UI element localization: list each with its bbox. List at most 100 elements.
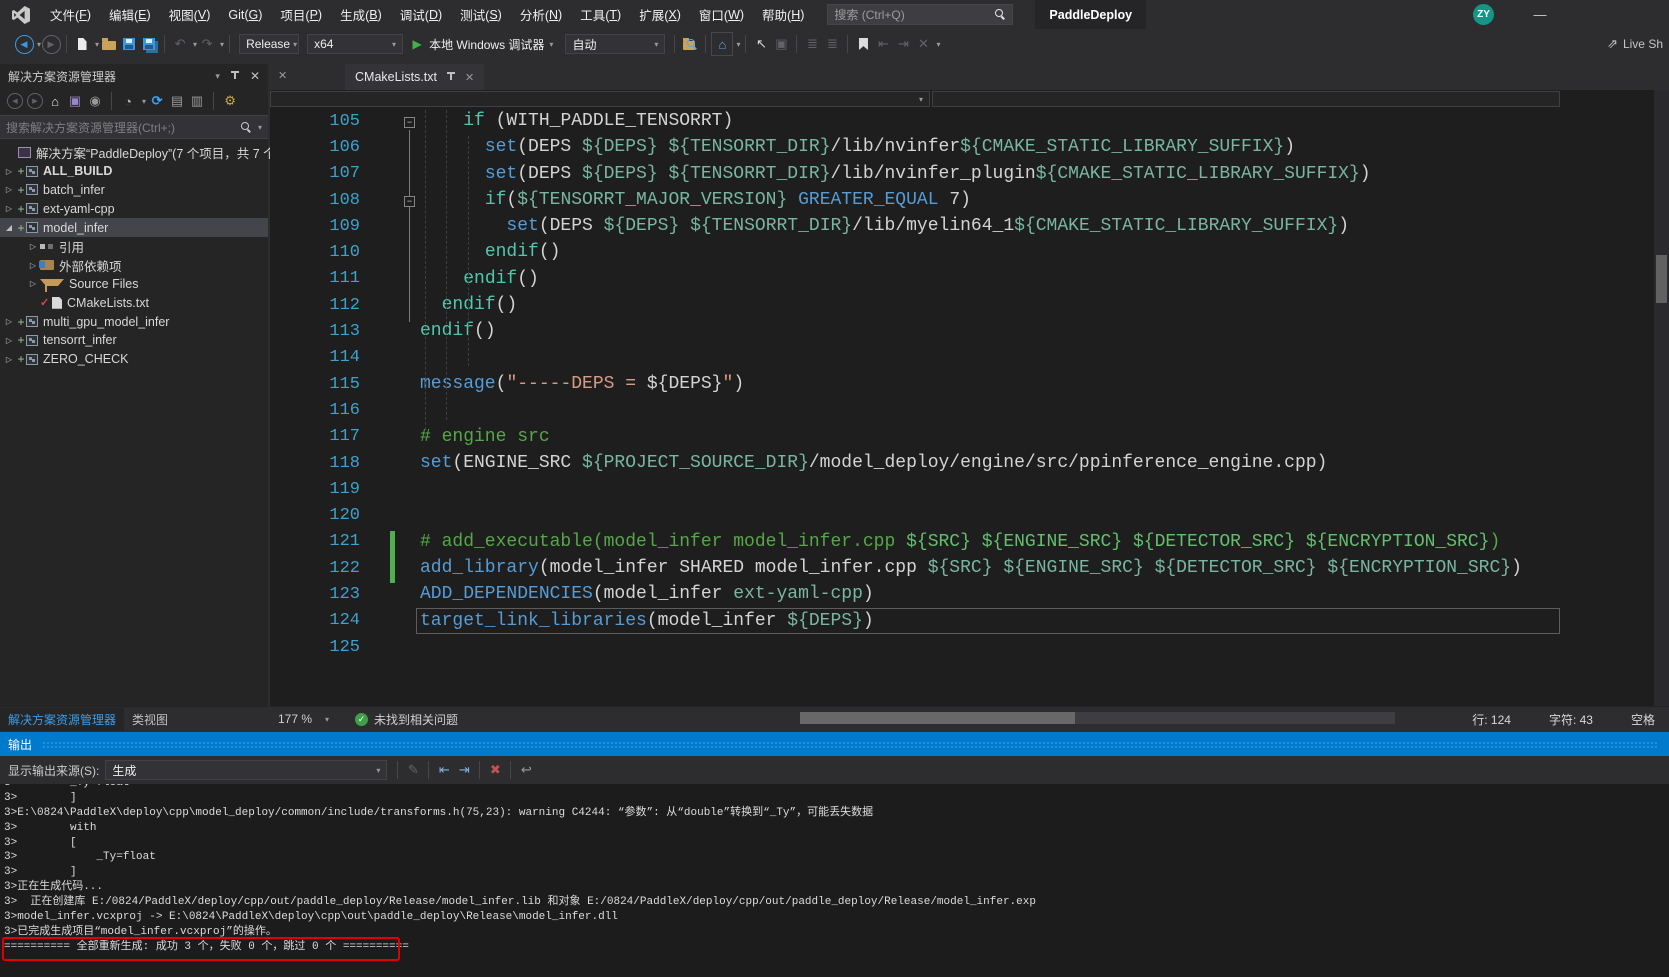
chevron-collapsed-icon[interactable]: ▷ bbox=[2, 355, 16, 364]
toggle-bookmark-icon[interactable] bbox=[853, 33, 873, 55]
menu-item-W[interactable]: 窗口(W) bbox=[690, 0, 753, 29]
menu-item-F[interactable]: 文件(F) bbox=[41, 0, 100, 29]
chevron-expanded-icon[interactable]: ◢ bbox=[2, 223, 16, 232]
code-line[interactable]: 124target_link_libraries(model_infer ${D… bbox=[270, 608, 1654, 634]
menu-item-P[interactable]: 项目(P) bbox=[271, 0, 331, 29]
tree-item[interactable]: ▷外部依赖项 bbox=[0, 256, 268, 275]
zoom-select[interactable]: 177 % ▾ bbox=[278, 712, 329, 726]
chevron-collapsed-icon[interactable]: ▷ bbox=[2, 317, 16, 326]
code-line[interactable]: 125 bbox=[270, 634, 1654, 660]
save-icon[interactable] bbox=[119, 33, 139, 55]
close-tab-icon[interactable]: ✕ bbox=[465, 71, 474, 84]
solution-search-input[interactable]: 搜索解决方案资源管理器(Ctrl+;) ▾ bbox=[0, 115, 268, 139]
code-line[interactable]: 105 if (WITH_PADDLE_TENSORRT) bbox=[270, 108, 1654, 134]
pending-changes-filter-icon[interactable]: ◔ bbox=[119, 90, 137, 112]
tool-tab-inactive[interactable]: 类视图 bbox=[124, 708, 176, 731]
tree-item[interactable]: ▷+tensorrt_infer bbox=[0, 331, 268, 350]
members-dropdown[interactable] bbox=[932, 91, 1560, 107]
code-line[interactable]: 110 endif() bbox=[270, 239, 1654, 265]
output-console[interactable]: 3> _Ty=float3> ]3>E:\0824\PaddleX\deploy… bbox=[0, 784, 1669, 977]
next-bookmark-icon[interactable]: ⇥ bbox=[893, 33, 913, 55]
hscrollbar-thumb[interactable] bbox=[800, 712, 1075, 724]
tree-item[interactable]: ▷引用 bbox=[0, 237, 268, 256]
start-debug-icon[interactable]: ▶ bbox=[407, 33, 427, 55]
document-health[interactable]: ✓ 未找到相关问题 bbox=[355, 711, 458, 728]
find-message-icon[interactable]: ✎ bbox=[403, 759, 423, 781]
previous-bookmark-icon[interactable]: ⇤ bbox=[873, 33, 893, 55]
chevron-collapsed-icon[interactable]: ▷ bbox=[26, 261, 40, 270]
menu-item-E[interactable]: 编辑(E) bbox=[100, 0, 160, 29]
next-message-icon[interactable]: ⇥ bbox=[454, 759, 474, 781]
code-line[interactable]: 123ADD_DEPENDENCIES(model_infer ext-yaml… bbox=[270, 581, 1654, 607]
backward-icon[interactable]: ◀ bbox=[6, 90, 24, 112]
switch-views-icon[interactable]: ▣ bbox=[66, 90, 84, 112]
code-area[interactable]: 105 if (WITH_PADDLE_TENSORRT)106 set(DEP… bbox=[270, 108, 1654, 704]
clear-all-icon[interactable]: ✖ bbox=[485, 759, 505, 781]
solution-home-icon[interactable]: ⌂ bbox=[711, 32, 733, 56]
redo-icon[interactable]: ↷ bbox=[197, 33, 217, 55]
avatar[interactable]: ZY bbox=[1473, 4, 1494, 25]
platform-select[interactable]: x64▾ bbox=[307, 34, 403, 54]
new-file-icon[interactable] bbox=[72, 33, 92, 55]
clone-code-icon[interactable]: ▣ bbox=[771, 33, 791, 55]
menu-item-B[interactable]: 生成(B) bbox=[331, 0, 391, 29]
code-line[interactable]: 122add_library(model_infer SHARED model_… bbox=[270, 555, 1654, 581]
pointer-mode-icon[interactable]: ↖ bbox=[751, 33, 771, 55]
code-line[interactable]: 116 bbox=[270, 397, 1654, 423]
live-share-button[interactable]: ⇗ Live Sh bbox=[1607, 29, 1667, 59]
scrollbar-thumb[interactable] bbox=[1656, 255, 1667, 303]
nav-forward-icon[interactable]: ▶ bbox=[41, 33, 61, 55]
panel-dropdown-icon[interactable]: ▾ bbox=[215, 71, 220, 82]
increase-indent-icon[interactable]: ≣ bbox=[822, 33, 842, 55]
menu-item-N[interactable]: 分析(N) bbox=[511, 0, 571, 29]
find-in-files-icon[interactable] bbox=[680, 33, 700, 55]
tree-item[interactable]: ▷+ALL_BUILD bbox=[0, 162, 268, 181]
decrease-indent-icon[interactable]: ≣ bbox=[802, 33, 822, 55]
save-all-icon[interactable] bbox=[139, 33, 159, 55]
code-line[interactable]: 115message("-----DEPS = ${DEPS}") bbox=[270, 371, 1654, 397]
code-line[interactable]: 108 if(${TENSORRT_MAJOR_VERSION} GREATER… bbox=[270, 187, 1654, 213]
previous-message-icon[interactable]: ⇤ bbox=[434, 759, 454, 781]
tool-tab-active[interactable]: 解决方案资源管理器 bbox=[0, 708, 124, 731]
attach-mode-select[interactable]: 自动▾ bbox=[565, 34, 665, 54]
chevron-collapsed-icon[interactable]: ▷ bbox=[26, 242, 40, 251]
tree-item[interactable]: ✓CMakeLists.txt bbox=[0, 293, 268, 312]
fold-collapse-icon[interactable]: − bbox=[404, 117, 415, 128]
output-panel-header[interactable]: 输出 bbox=[0, 732, 1669, 756]
collapse-all-icon[interactable]: ▤ bbox=[168, 90, 186, 112]
undo-icon[interactable]: ↶ bbox=[170, 33, 190, 55]
tree-item[interactable]: ▷+ext-yaml-cpp bbox=[0, 199, 268, 218]
code-line[interactable]: 117# engine src bbox=[270, 424, 1654, 450]
code-line[interactable]: 113endif() bbox=[270, 318, 1654, 344]
open-file-icon[interactable] bbox=[99, 33, 119, 55]
output-source-select[interactable]: 生成 ▾ bbox=[105, 760, 387, 780]
code-line[interactable]: 107 set(DEPS ${DEPS} ${TENSORRT_DIR}/lib… bbox=[270, 161, 1654, 187]
forward-icon[interactable]: ▶ bbox=[26, 90, 44, 112]
editor-horizontal-scrollbar[interactable] bbox=[800, 712, 1395, 724]
clear-bookmarks-icon[interactable]: ✕ bbox=[913, 33, 933, 55]
tree-item[interactable]: ▷+ZERO_CHECK bbox=[0, 350, 268, 369]
menu-item-S[interactable]: 测试(S) bbox=[451, 0, 511, 29]
tree-item[interactable]: ▷+multi_gpu_model_infer bbox=[0, 312, 268, 331]
home-dropdown-icon[interactable]: ▾ bbox=[736, 40, 740, 49]
code-line[interactable]: 109 set(DEPS ${DEPS} ${TENSORRT_DIR}/lib… bbox=[270, 213, 1654, 239]
menu-item-G[interactable]: Git(G) bbox=[219, 0, 271, 29]
menu-item-X[interactable]: 扩展(X) bbox=[630, 0, 690, 29]
menu-item-D[interactable]: 调试(D) bbox=[391, 0, 451, 29]
menu-item-T[interactable]: 工具(T) bbox=[571, 0, 630, 29]
editor-vertical-scrollbar[interactable] bbox=[1654, 90, 1669, 706]
code-line[interactable]: 111 endif() bbox=[270, 266, 1654, 292]
code-line[interactable]: 112 endif() bbox=[270, 292, 1654, 318]
home-icon[interactable]: ⌂ bbox=[46, 90, 64, 112]
minimize-button[interactable]: — bbox=[1523, 0, 1557, 29]
configuration-select[interactable]: Release▾ bbox=[239, 34, 299, 54]
tree-item[interactable]: ◢+model_infer bbox=[0, 218, 268, 237]
toolbar-overflow-icon[interactable]: ▾ bbox=[936, 40, 940, 49]
properties-wrench-icon[interactable]: ⚙ bbox=[221, 90, 239, 112]
types-dropdown[interactable]: ▾ bbox=[270, 91, 930, 107]
code-line[interactable]: 121# add_executable(model_infer model_in… bbox=[270, 529, 1654, 555]
search-options-icon[interactable]: ▾ bbox=[258, 123, 262, 132]
debug-target-dropdown-icon[interactable]: ▾ bbox=[549, 40, 553, 49]
code-line[interactable]: 118set(ENGINE_SRC ${PROJECT_SOURCE_DIR}/… bbox=[270, 450, 1654, 476]
chevron-collapsed-icon[interactable]: ▷ bbox=[2, 167, 16, 176]
